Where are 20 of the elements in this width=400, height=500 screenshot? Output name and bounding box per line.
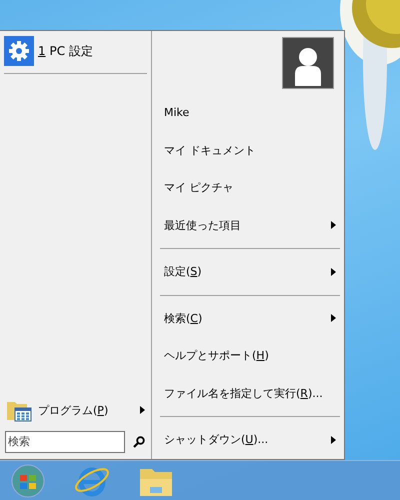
- search-field[interactable]: 検索: [5, 431, 125, 453]
- submenu-arrow-icon: [331, 314, 336, 322]
- submenu-arrow-icon: [331, 221, 336, 230]
- search-icon[interactable]: [133, 436, 145, 448]
- user-avatar[interactable]: [282, 37, 334, 89]
- submenu-arrow-icon: [331, 268, 336, 276]
- menu-item[interactable]: マイ ピクチャ: [158, 169, 340, 206]
- submenu-arrow-icon: [140, 406, 145, 414]
- user-name-item[interactable]: Mike: [158, 94, 340, 132]
- pc-settings-item[interactable]: 1 PC 設定: [0, 36, 151, 66]
- gear-icon: [4, 36, 34, 66]
- menu-item[interactable]: マイ ドキュメント: [158, 132, 340, 169]
- programs-item[interactable]: プログラム(P): [0, 395, 151, 425]
- menu-item[interactable]: シャットダウン(U)...: [158, 421, 340, 458]
- menu-item[interactable]: 最近使った項目: [158, 206, 340, 244]
- menu-item[interactable]: ファイル名を指定して実行(R)...: [158, 374, 340, 412]
- menu-item[interactable]: 検索(C): [158, 300, 340, 337]
- submenu-arrow-icon: [331, 436, 336, 444]
- menu-item[interactable]: 設定(S): [158, 253, 340, 290]
- menu-item[interactable]: ヘルプとサポート(H): [158, 337, 340, 374]
